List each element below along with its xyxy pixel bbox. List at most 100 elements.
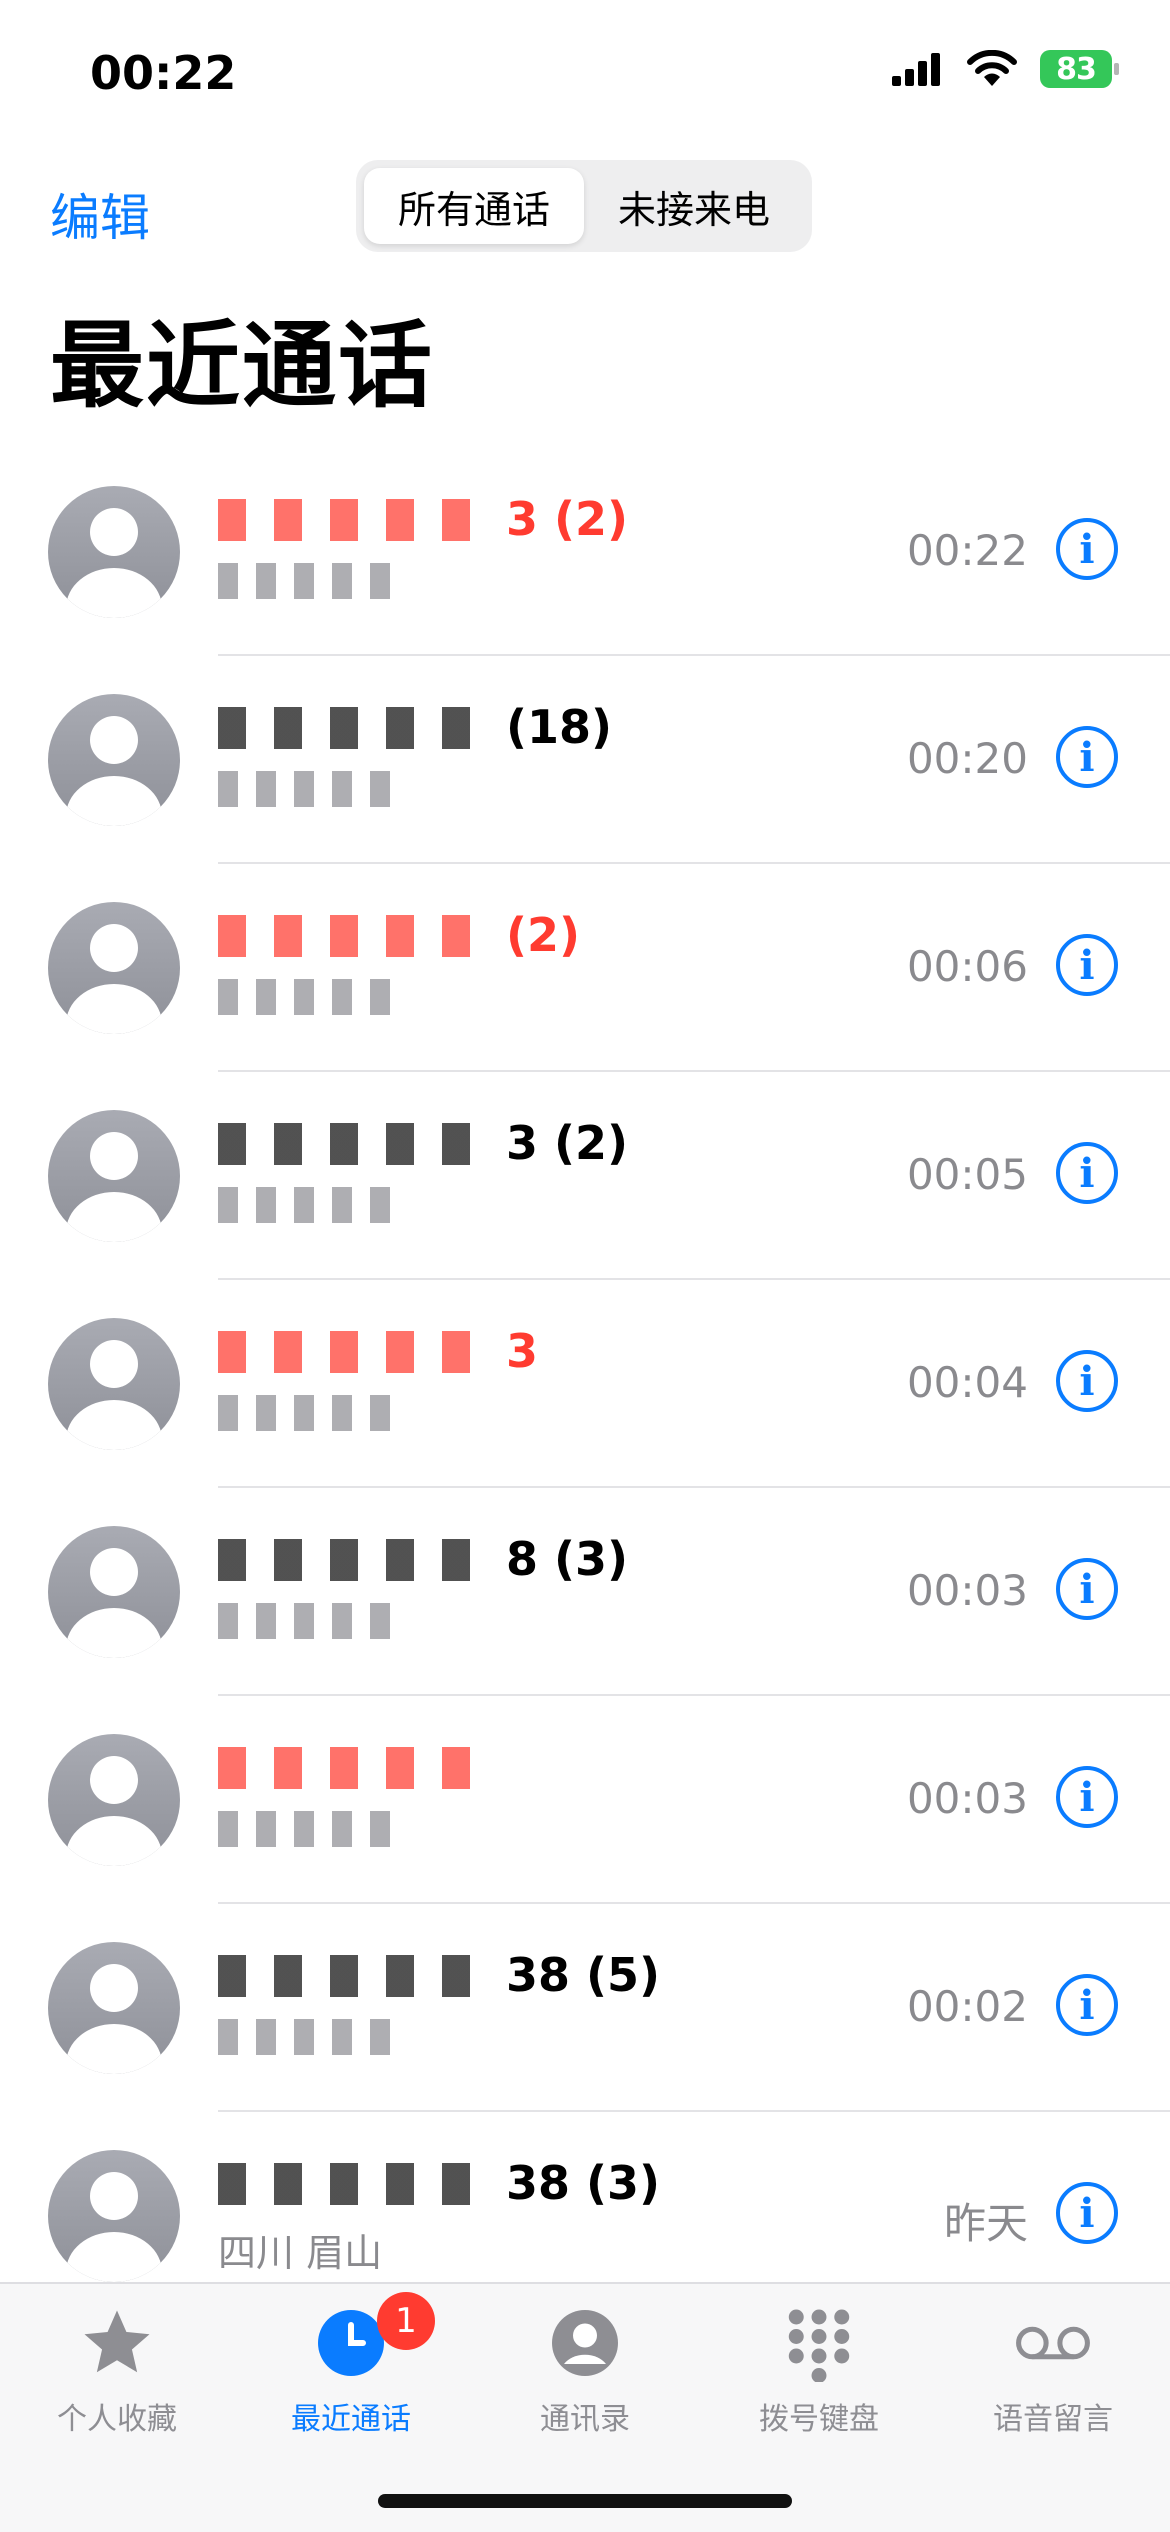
info-icon[interactable]: i [1056, 1974, 1118, 2036]
tab-voicemail[interactable]: 语音留言 [936, 2284, 1170, 2454]
keypad-icon [780, 2304, 858, 2382]
battery-level: 83 [1056, 51, 1097, 87]
status-icons: 83 [892, 50, 1119, 88]
redacted-location [218, 563, 398, 599]
tab-bar: 个人收藏 1 最近通话 通讯录 拨号键盘 语音留言 [0, 2282, 1170, 2532]
info-icon[interactable]: i [1056, 726, 1118, 788]
missed-calls-badge: 1 [377, 2292, 435, 2350]
tab-label: 拨号键盘 [759, 2402, 879, 2437]
caller-name-suffix: (18) [506, 700, 613, 754]
contact-icon [546, 2304, 624, 2382]
recent-calls-list: 3 (2) 00:22 i (18) 00:20 i (2) 00:06 i 3 (2) 00:05… [0, 448, 1170, 2320]
caller-name: (18) [218, 700, 612, 754]
call-time: 昨天 [943, 2199, 1028, 2248]
info-icon[interactable]: i [1056, 934, 1118, 996]
redacted-location [218, 1395, 398, 1431]
caller-location [218, 1390, 398, 1434]
caller-location-text: 四川 眉山 [218, 2231, 383, 2275]
call-row[interactable]: 3 00:04 i [0, 1280, 1170, 1488]
info-icon[interactable]: i [1056, 1558, 1118, 1620]
redacted-name [218, 915, 498, 957]
call-time: 00:02 [906, 1982, 1028, 2031]
info-icon[interactable]: i [1056, 1766, 1118, 1828]
phone-screen: 00:22 83 编辑 所有通话 未接来电 最近通话 3 (2) 00:22 i (1… [0, 0, 1170, 2532]
caller-name: 38 (5) [218, 1948, 660, 2002]
battery-indicator: 83 [1040, 50, 1119, 88]
contact-avatar [48, 1110, 180, 1242]
call-time: 00:04 [906, 1358, 1028, 1407]
redacted-location [218, 979, 398, 1015]
signal-icon [892, 53, 940, 86]
redacted-name [218, 1955, 498, 1997]
caller-name: 3 (2) [218, 1116, 628, 1170]
caller-location [218, 558, 398, 602]
redacted-name [218, 1539, 498, 1581]
redacted-location [218, 771, 398, 807]
caller-name-suffix: 3 (2) [506, 492, 629, 546]
call-time: 00:03 [906, 1566, 1028, 1615]
tab-contacts[interactable]: 通讯录 [468, 2284, 702, 2454]
contact-avatar [48, 1734, 180, 1866]
caller-location [218, 1182, 398, 1226]
caller-location [218, 766, 398, 810]
call-row[interactable]: (2) 00:06 i [0, 864, 1170, 1072]
status-bar: 00:22 83 [0, 0, 1170, 140]
segment-missed-calls[interactable]: 未接来电 [584, 168, 804, 244]
tab-label: 语音留言 [993, 2402, 1113, 2437]
info-icon[interactable]: i [1056, 1142, 1118, 1204]
caller-location [218, 1806, 398, 1850]
redacted-location [218, 2019, 398, 2055]
info-icon[interactable]: i [1056, 1350, 1118, 1412]
call-time: 00:05 [906, 1150, 1028, 1199]
contact-avatar [48, 694, 180, 826]
tab-label: 通讯录 [540, 2402, 630, 2437]
call-row[interactable]: 8 (3) 00:03 i [0, 1488, 1170, 1696]
caller-location [218, 2014, 398, 2058]
call-time: 00:20 [906, 734, 1028, 783]
contact-avatar [48, 902, 180, 1034]
redacted-name [218, 1747, 498, 1789]
call-time: 00:03 [906, 1774, 1028, 1823]
call-row[interactable]: 3 (2) 00:05 i [0, 1072, 1170, 1280]
caller-location: 四川 眉山 [218, 2222, 382, 2277]
caller-name: 8 (3) [218, 1532, 628, 1586]
redacted-name [218, 707, 498, 749]
caller-name: 38 (3) [218, 2156, 660, 2210]
tab-keypad[interactable]: 拨号键盘 [702, 2284, 936, 2454]
info-icon[interactable]: i [1056, 2182, 1118, 2244]
caller-name-suffix: 8 (3) [506, 1532, 629, 1586]
redacted-name [218, 1331, 498, 1373]
redacted-name [218, 499, 498, 541]
caller-name-suffix: 3 [506, 1324, 539, 1378]
caller-name: 3 [218, 1324, 538, 1378]
call-row[interactable]: 38 (5) 00:02 i [0, 1904, 1170, 2112]
caller-name [218, 1740, 506, 1794]
redacted-name [218, 2163, 498, 2205]
contact-avatar [48, 486, 180, 618]
edit-button[interactable]: 编辑 [50, 178, 150, 250]
caller-location [218, 974, 398, 1018]
call-time: 00:22 [906, 526, 1028, 575]
tab-label: 个人收藏 [57, 2402, 177, 2437]
contact-avatar [48, 1318, 180, 1450]
call-row[interactable]: 3 (2) 00:22 i [0, 448, 1170, 656]
call-row[interactable]: (18) 00:20 i [0, 656, 1170, 864]
call-row[interactable]: 00:03 i [0, 1696, 1170, 1904]
caller-name-suffix: 38 (5) [506, 1948, 661, 2002]
page-title: 最近通话 [50, 312, 435, 421]
info-icon[interactable]: i [1056, 518, 1118, 580]
caller-location [218, 1598, 398, 1642]
contact-avatar [48, 1942, 180, 2074]
segment-all-calls[interactable]: 所有通话 [364, 168, 584, 244]
caller-name-suffix: 3 (2) [506, 1116, 629, 1170]
redacted-name [218, 1123, 498, 1165]
home-indicator [378, 2494, 792, 2508]
caller-name: 3 (2) [218, 492, 628, 546]
call-filter-segmented-control: 所有通话 未接来电 [356, 160, 812, 252]
redacted-location [218, 1603, 398, 1639]
caller-name-suffix: (2) [506, 908, 581, 962]
redacted-location [218, 1187, 398, 1223]
caller-name: (2) [218, 908, 580, 962]
tab-favorites[interactable]: 个人收藏 [0, 2284, 234, 2454]
tab-recents[interactable]: 1 最近通话 [234, 2284, 468, 2454]
